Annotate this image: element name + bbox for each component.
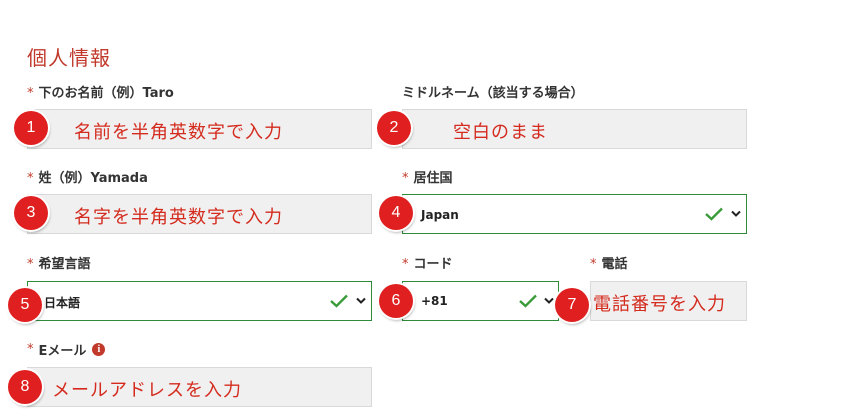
country-label: * 居住国 bbox=[402, 167, 453, 186]
first-name-label: * 下のお名前（例）Taro bbox=[27, 82, 174, 101]
country-select[interactable]: Japan bbox=[402, 194, 747, 234]
step-badge-7: 7 bbox=[555, 288, 589, 322]
country-code-select[interactable]: +81 bbox=[402, 281, 559, 321]
last-name-input[interactable]: 名字を半角英数字で入力 bbox=[27, 194, 372, 234]
last-name-label: * 姓（例）Yamada bbox=[27, 167, 148, 186]
check-icon bbox=[705, 207, 723, 221]
middle-name-label: ミドルネーム（該当する場合） bbox=[402, 82, 584, 101]
chevron-down-icon[interactable] bbox=[544, 297, 554, 305]
step-badge-5: 5 bbox=[8, 288, 42, 322]
email-label-text: Eメール bbox=[38, 344, 87, 359]
middle-name-input[interactable]: 空白のまま bbox=[402, 109, 747, 149]
required-mark: * bbox=[402, 171, 409, 186]
last-name-label-text: 姓（例）Yamada bbox=[38, 171, 148, 186]
email-input[interactable]: メールアドレスを入力 bbox=[27, 367, 372, 407]
chevron-down-icon[interactable] bbox=[356, 297, 366, 305]
phone-label: * 電話 bbox=[590, 253, 628, 272]
country-code-value: +81 bbox=[421, 294, 448, 308]
language-select[interactable]: 日本語 bbox=[27, 281, 372, 321]
phone-hint: 電話番号を入力 bbox=[593, 294, 726, 315]
step-badge-6: 6 bbox=[379, 284, 413, 318]
step-badge-3: 3 bbox=[14, 196, 48, 230]
required-mark: * bbox=[402, 257, 409, 272]
step-badge-1: 1 bbox=[14, 111, 48, 145]
required-mark: * bbox=[27, 342, 34, 357]
phone-input[interactable]: 電話番号を入力 bbox=[590, 281, 747, 321]
first-name-hint: 名前を半角英数字で入力 bbox=[74, 122, 283, 143]
page-title: 個人情報 bbox=[27, 46, 111, 70]
language-label-text: 希望言語 bbox=[38, 257, 91, 272]
step-badge-2: 2 bbox=[377, 111, 411, 145]
email-hint: メールアドレスを入力 bbox=[52, 380, 242, 401]
required-mark: * bbox=[27, 86, 34, 101]
required-mark: * bbox=[27, 257, 34, 272]
check-icon bbox=[519, 294, 537, 308]
language-label: * 希望言語 bbox=[27, 253, 91, 272]
phone-label-text: 電話 bbox=[601, 257, 628, 272]
required-mark: * bbox=[27, 171, 34, 186]
first-name-label-text: 下のお名前（例）Taro bbox=[38, 86, 174, 101]
check-icon bbox=[330, 294, 348, 308]
middle-name-hint: 空白のまま bbox=[453, 122, 548, 143]
language-value: 日本語 bbox=[44, 296, 81, 310]
chevron-down-icon[interactable] bbox=[731, 210, 741, 218]
step-badge-4: 4 bbox=[379, 196, 413, 230]
last-name-hint: 名字を半角英数字で入力 bbox=[74, 207, 283, 228]
first-name-input[interactable]: 名前を半角英数字で入力 bbox=[27, 109, 372, 149]
step-badge-8: 8 bbox=[8, 370, 42, 404]
country-value: Japan bbox=[421, 208, 459, 222]
code-label: * コード bbox=[402, 253, 453, 272]
email-label: * Eメール i bbox=[27, 340, 106, 359]
country-label-text: 居住国 bbox=[413, 171, 453, 186]
code-label-text: コード bbox=[413, 257, 453, 272]
required-mark: * bbox=[590, 257, 597, 272]
middle-name-label-text: ミドルネーム（該当する場合） bbox=[402, 86, 584, 101]
info-icon[interactable]: i bbox=[92, 343, 106, 356]
